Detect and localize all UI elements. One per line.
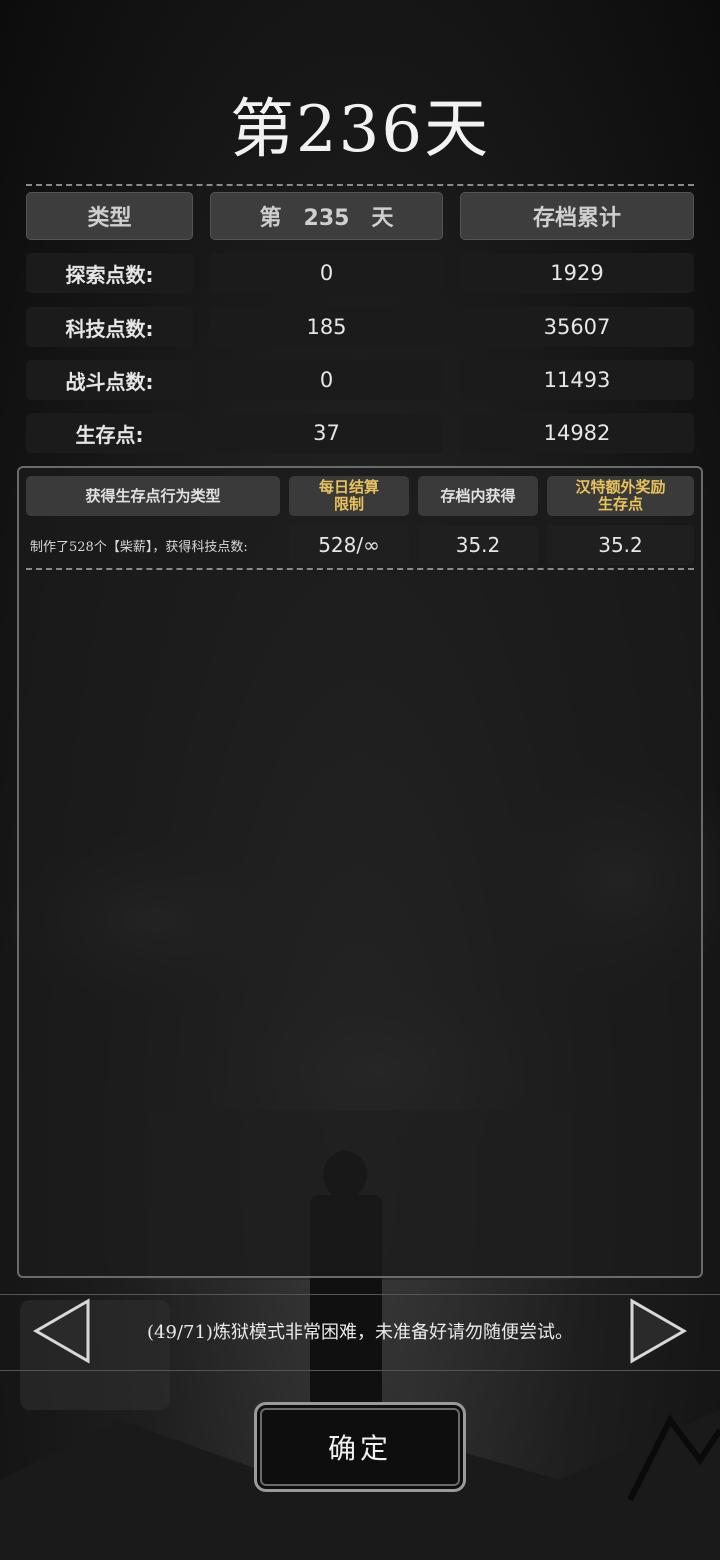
tip-bar-top-line (0, 1294, 720, 1295)
actions-header-bonus-line1: 汉特额外奖励 (575, 478, 666, 496)
stats-row-label: 战斗点数: (26, 360, 193, 400)
tip-bar-bottom-line (0, 1370, 720, 1371)
stats-row-day-value: 37 (210, 413, 443, 453)
stats-row-total-value: 35607 (460, 307, 694, 347)
stats-row-label: 生存点: (26, 413, 193, 453)
stats-row-label: 科技点数: (26, 307, 193, 347)
left-triangle-arrow-icon[interactable] (32, 1298, 92, 1364)
actions-header-limit-line2: 限制 (333, 495, 364, 513)
right-triangle-arrow-icon[interactable] (628, 1298, 688, 1364)
actions-header-gain: 存档内获得 (418, 476, 538, 516)
action-row-limit: 528/∞ (289, 525, 409, 565)
confirm-button[interactable]: 确定 (254, 1402, 466, 1492)
divider (26, 184, 694, 186)
action-row-gain: 35.2 (418, 525, 538, 565)
actions-header-bonus-line2: 生存点 (597, 495, 643, 513)
action-row-bonus: 35.2 (547, 525, 694, 565)
stats-row-total-value: 14982 (460, 413, 694, 453)
stats-row-total-value: 11493 (460, 360, 694, 400)
stats-header-total: 存档累计 (460, 192, 694, 240)
actions-header-limit: 每日结算 限制 (289, 476, 409, 516)
stats-row-day-value: 185 (210, 307, 443, 347)
stats-row-label: 探索点数: (26, 253, 193, 293)
stats-header-type: 类型 (26, 192, 193, 240)
stats-row-day-value: 0 (210, 253, 443, 293)
stats-row-total-value: 1929 (460, 253, 694, 293)
divider (26, 568, 694, 570)
actions-header-limit-line1: 每日结算 (318, 478, 379, 496)
stats-header-day: 第 235 天 (210, 192, 443, 240)
actions-header-bonus: 汉特额外奖励 生存点 (547, 476, 694, 516)
actions-header-type: 获得生存点行为类型 (26, 476, 280, 516)
actions-panel[interactable] (17, 466, 703, 1278)
tip-text: (49/71)炼狱模式非常困难，未准备好请勿随便尝试。 (147, 1322, 573, 1343)
stats-row-day-value: 0 (210, 360, 443, 400)
action-row-desc: 制作了528个【柴薪】，获得科技点数: (30, 540, 248, 555)
day-title: 第236天 (229, 93, 491, 167)
